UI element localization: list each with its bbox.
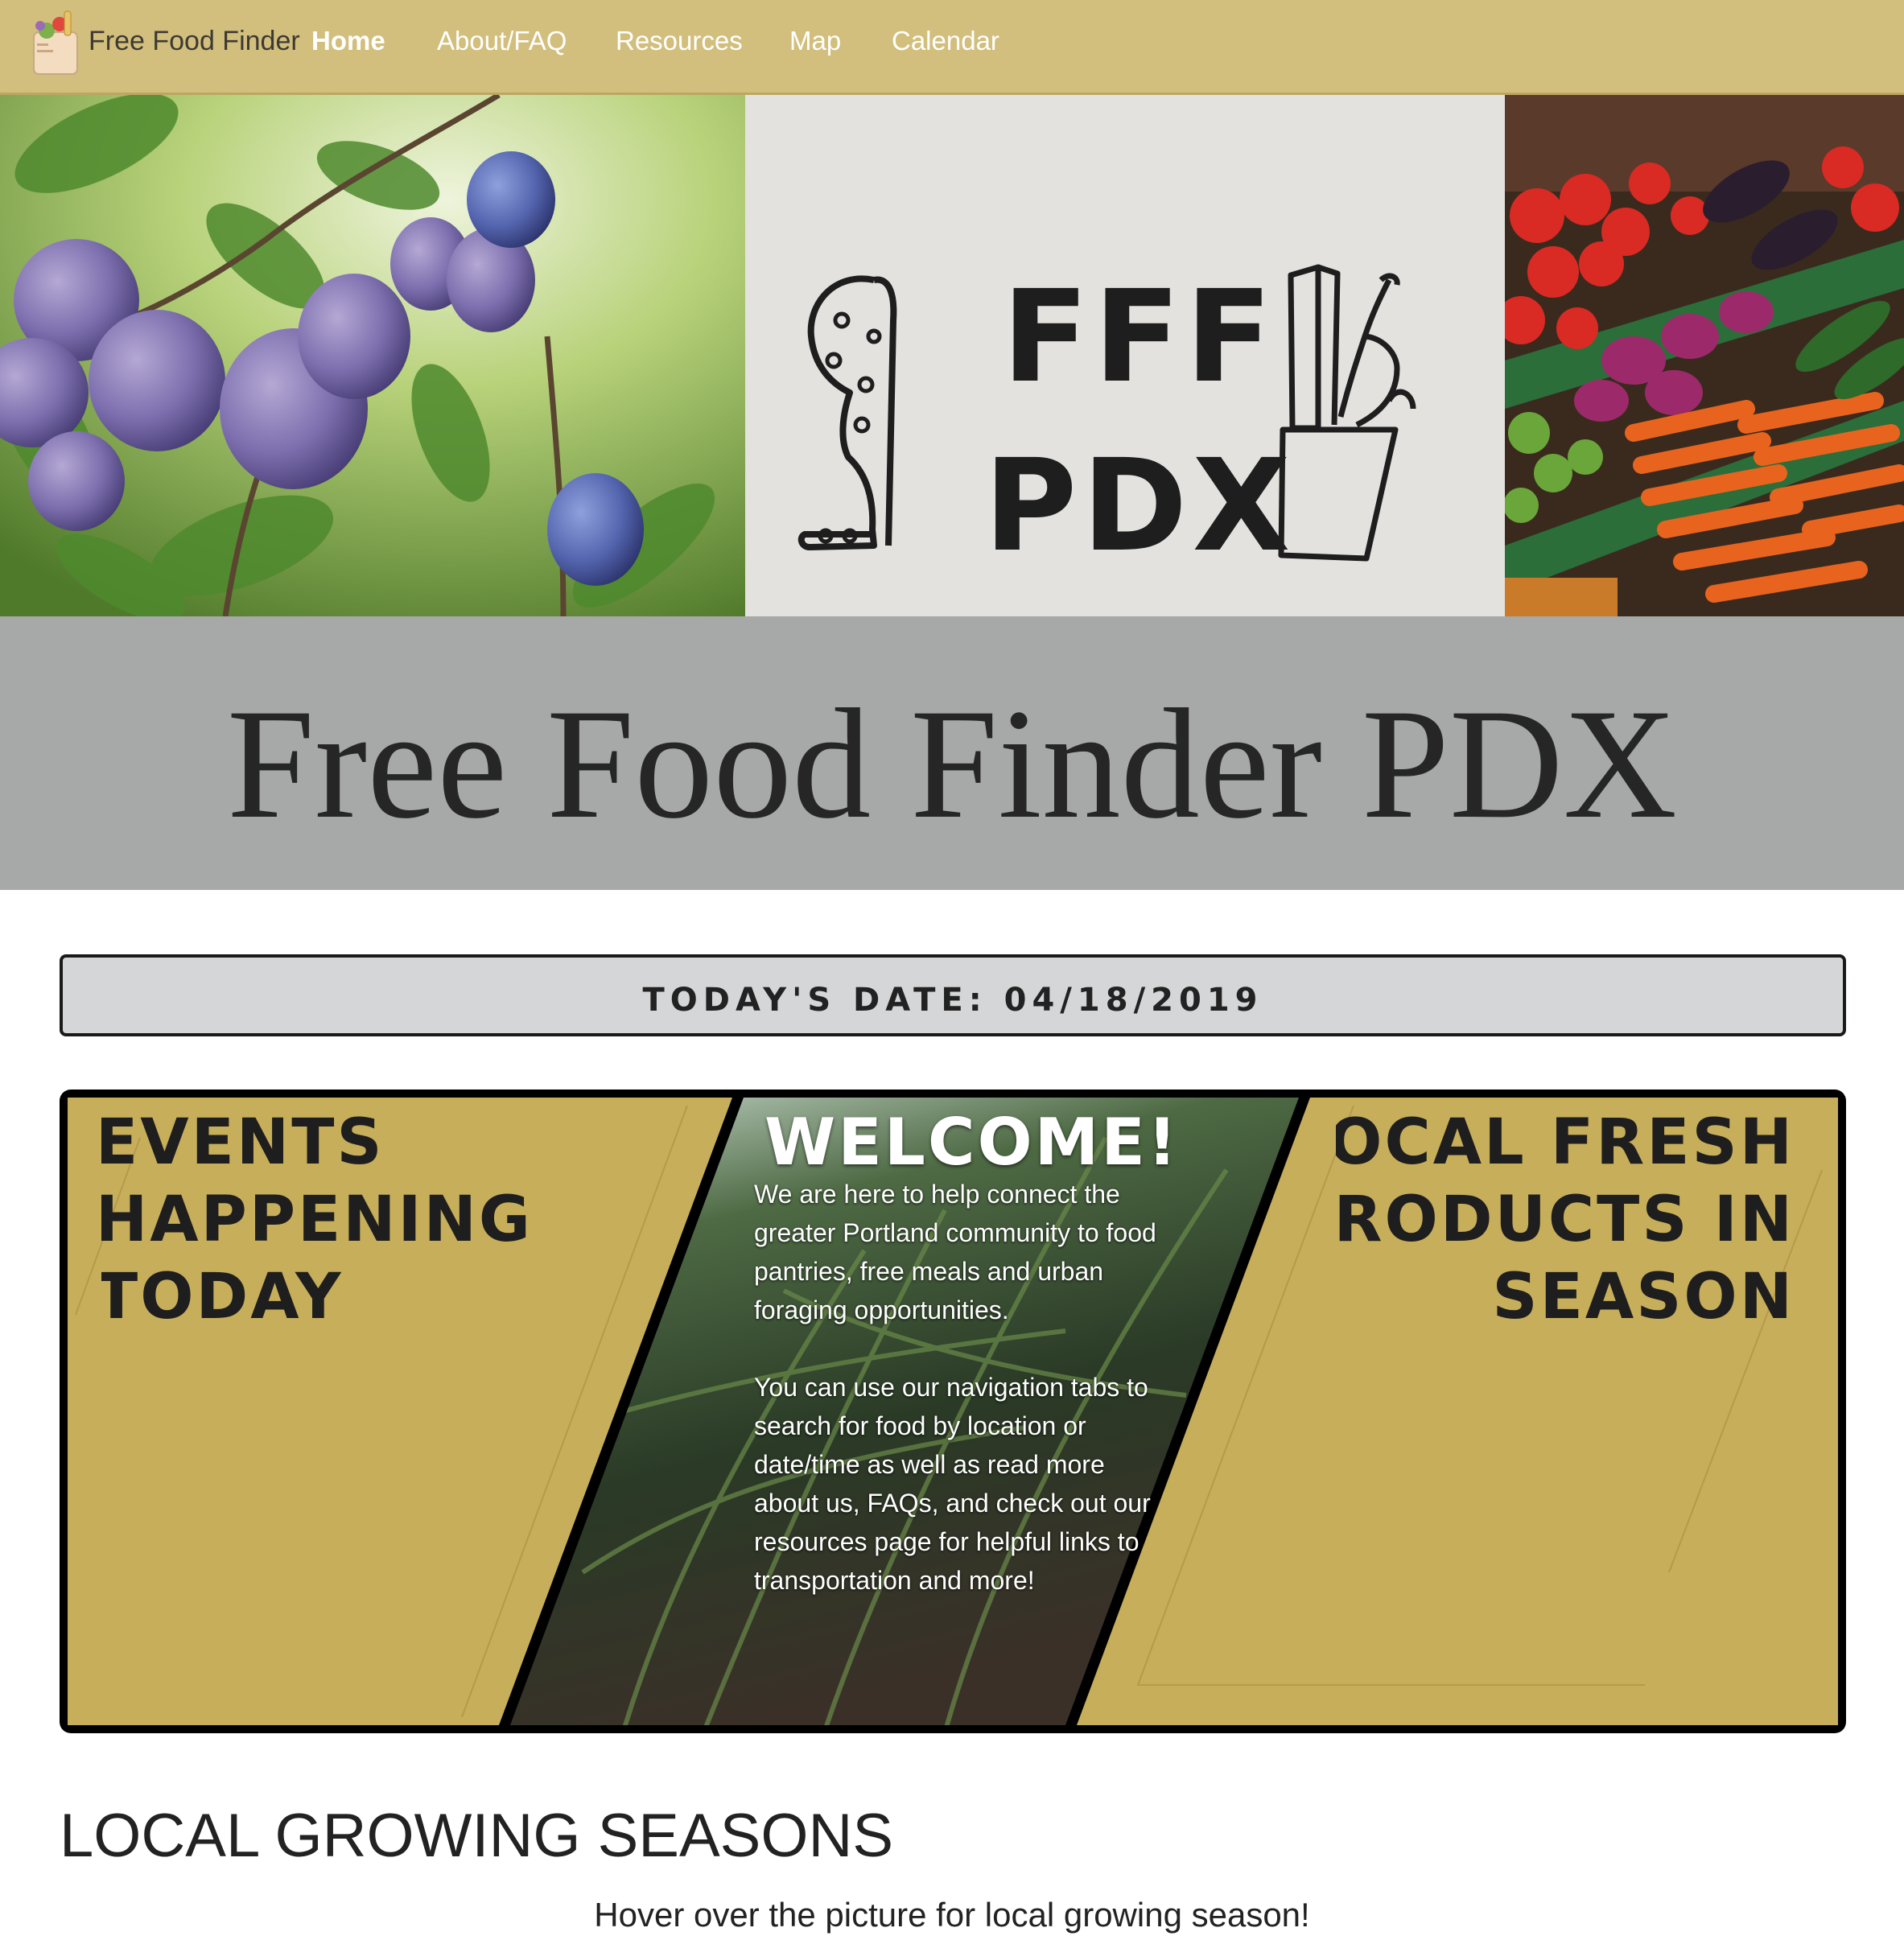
growing-seasons-hint: Hover over the picture for local growing… [594, 1896, 1310, 1934]
nav-about-faq[interactable]: About/FAQ [437, 26, 567, 56]
grocery-bag-icon[interactable] [29, 8, 82, 76]
nav-home[interactable]: Home [311, 26, 385, 56]
fresh-heading-line3: SEASON [1492, 1261, 1795, 1333]
produce-market-photo [1505, 95, 1904, 616]
welcome-paragraph-2: You can use our navigation tabs to searc… [754, 1373, 1151, 1595]
nav-resources[interactable]: Resources [616, 26, 743, 56]
todays-date-box: TODAY'S DATE: 04/18/2019 [60, 954, 1846, 1036]
page-title: Free Food Finder PDX [226, 677, 1678, 851]
fff-pdx-logo: FFF PDX [745, 95, 1505, 616]
welcome-heading: WELCOME! [764, 1105, 1180, 1180]
navbar: Free Food Finder Home About/FAQ Resource… [0, 0, 1904, 95]
plums-photo [0, 95, 745, 616]
welcome-paragraph-1: We are here to help connect the greater … [754, 1180, 1156, 1324]
events-heading-line2: HAPPENING [101, 1184, 533, 1256]
logo-fff-text: FFF [1002, 263, 1277, 411]
fresh-heading-line2: PRODUCTS IN [1336, 1184, 1795, 1256]
fresh-products-heading[interactable]: LOCAL FRESH PRODUCTS IN SEASON [1336, 1104, 1795, 1336]
fresh-heading-clip: LOCAL FRESH PRODUCTS IN SEASON [1336, 1104, 1795, 1345]
hero-banner: FFF PDX [0, 95, 1904, 616]
logo-pdx-text: PDX [984, 432, 1296, 580]
nav-calendar[interactable]: Calendar [892, 26, 999, 56]
fresh-heading-line1: LOCAL FRESH [1336, 1106, 1795, 1179]
welcome-text: We are here to help connect the greater … [754, 1175, 1172, 1638]
todays-date-text: TODAY'S DATE: 04/18/2019 [642, 982, 1263, 1019]
nav-map[interactable]: Map [789, 26, 841, 56]
events-heading-line1: EVENTS [101, 1106, 385, 1179]
events-heading-clip: EVENTS HAPPENING TODAY [101, 1104, 568, 1345]
events-heading[interactable]: EVENTS HAPPENING TODAY [101, 1104, 533, 1336]
growing-seasons-heading: LOCAL GROWING SEASONS [60, 1802, 894, 1870]
brand-name[interactable]: Free Food Finder [89, 26, 300, 57]
events-heading-line3: TODAY [101, 1261, 344, 1333]
